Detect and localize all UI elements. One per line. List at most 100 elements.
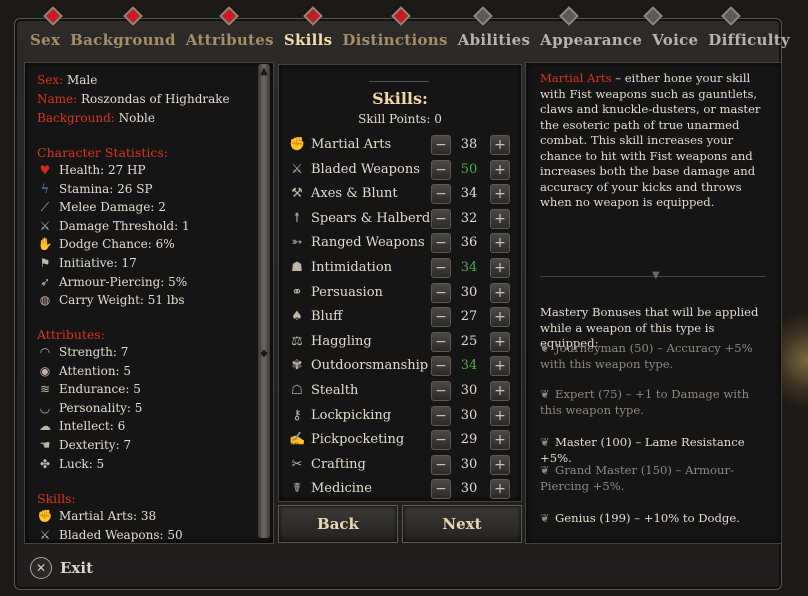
decrease-skill-button[interactable]: − [431, 356, 451, 377]
decrease-skill-button[interactable]: − [431, 405, 451, 426]
name-line: Name: Roszondas of Highdrake [37, 92, 230, 106]
skill-row: ♠ Bluff −27 + [279, 305, 521, 329]
skill-value: 50 [460, 161, 478, 177]
increase-skill-button[interactable]: + [490, 479, 510, 500]
increase-skill-button[interactable]: + [490, 381, 510, 401]
tab-abilities[interactable]: Abilities [458, 31, 531, 49]
decrease-skill-button[interactable]: − [431, 454, 451, 475]
tab-voice[interactable]: Voice [652, 31, 698, 49]
skill-row: ✍ Pickpocketing −29 + [279, 428, 521, 452]
skill-description-text: – either hone your skill with Fist weapo… [540, 71, 761, 209]
tab-difficulty[interactable]: Difficulty [708, 31, 790, 49]
tab-background[interactable]: Background [70, 31, 176, 49]
tab-skills[interactable]: Skills [284, 31, 333, 49]
decrease-skill-button[interactable]: − [431, 381, 451, 401]
skill-value: 27 [460, 309, 478, 325]
divider-ornament-icon: ▼ [652, 270, 660, 281]
slash-icon: ⚔ [39, 218, 51, 233]
decrease-skill-button[interactable]: − [431, 430, 451, 451]
stat-row: ◉ Attention: 5 [37, 364, 131, 378]
laurel-icon: ❦ [540, 511, 550, 525]
scroll-handle-icon[interactable]: ◆ [258, 348, 270, 359]
laurel-icon: ❦ [540, 387, 550, 401]
decrease-skill-button[interactable]: − [431, 307, 451, 328]
increase-skill-button[interactable]: + [490, 405, 510, 426]
skills-title: Skills: [372, 89, 428, 108]
mastery-item: ❦ Genius (199) – +10% to Dodge. [540, 511, 766, 527]
eye-icon: ◉ [39, 363, 51, 378]
stat-text: Martial Arts: 38 [59, 509, 157, 523]
increase-skill-button[interactable]: + [490, 184, 510, 205]
skill-value: 36 [460, 235, 478, 251]
decrease-skill-button[interactable]: − [431, 331, 451, 352]
next-button[interactable]: Next [402, 505, 522, 543]
exit-button[interactable]: ✕ Exit [30, 556, 93, 580]
scroll-up-icon[interactable]: ▲ [258, 66, 270, 77]
stat-row: ✊ Martial Arts: 38 [37, 509, 157, 523]
hand-icon: ☚ [39, 438, 51, 452]
decrease-skill-button[interactable]: − [431, 208, 451, 229]
decrease-skill-button[interactable]: − [431, 258, 451, 278]
stat-text: Armour-Piercing: 5% [59, 274, 188, 289]
skill-row: ⚒ Axes & Blunt −34 + [279, 182, 521, 206]
increase-skill-button[interactable]: + [490, 258, 510, 278]
stat-text: Attention: 5 [59, 363, 132, 378]
increase-skill-button[interactable]: + [490, 430, 510, 451]
increase-skill-button[interactable]: + [490, 307, 510, 328]
mastery-item: ❦ Grand Master (150) – Armour-Piercing +5… [540, 463, 766, 494]
handshake-icon: ⚭ [291, 284, 303, 300]
stat-row: ⚑ Initiative: 17 [37, 256, 137, 270]
sword-icon: ⟋ [40, 200, 50, 215]
exit-label[interactable]: Exit [60, 559, 93, 577]
skill-row: ⚔ Bladed Weapons −50 + [279, 158, 521, 182]
skill-row: ↟ Spears & Halberds −32 + [279, 207, 521, 231]
decrease-skill-button[interactable]: − [431, 159, 451, 180]
decrease-skill-button[interactable]: − [431, 184, 451, 205]
tab-sex[interactable]: Sex [30, 31, 60, 49]
increase-skill-button[interactable]: + [490, 331, 510, 352]
skill-value: 25 [460, 333, 478, 349]
stat-row: ≋ Endurance: 5 [37, 382, 141, 396]
increase-skill-button[interactable]: + [490, 282, 510, 303]
skill-row: ☤ Medicine −30 + [279, 477, 521, 501]
close-icon[interactable]: ✕ [30, 557, 52, 579]
tab-appearance[interactable]: Appearance [540, 31, 642, 49]
skill-name: Stealth [311, 383, 359, 398]
stat-text: Endurance: 5 [59, 382, 141, 397]
increase-skill-button[interactable]: + [490, 208, 510, 229]
flag-icon: ⚑ [39, 256, 51, 270]
mastery-text: Expert (75) – +1 to Damage with this wea… [540, 387, 750, 417]
tab-attributes[interactable]: Attributes [186, 31, 274, 49]
skill-name: Persuasion [311, 284, 383, 300]
tools-icon: ✂ [291, 456, 303, 472]
back-button[interactable]: Back [278, 505, 398, 543]
increase-skill-button[interactable]: + [490, 135, 510, 155]
laurel-icon: ❦ [540, 435, 550, 449]
clover-icon: ✤ [39, 456, 51, 471]
skill-points: Skill Points: 0 [358, 112, 442, 126]
bow-icon: ➳ [291, 235, 303, 251]
name-label: Name: [37, 92, 78, 106]
decrease-skill-button[interactable]: − [431, 135, 451, 155]
skill-row: ⚖ Haggling −25 + [279, 330, 521, 354]
skill-row: ✊ Martial Arts −38 + [279, 133, 521, 157]
increase-skill-button[interactable]: + [490, 356, 510, 377]
skill-name: Crafting [311, 456, 366, 472]
blades-icon: ⚔ [39, 527, 51, 542]
left-scrollbar[interactable]: ▲ ◆ [258, 64, 270, 538]
decrease-skill-button[interactable]: − [431, 479, 451, 500]
skill-value: 30 [460, 407, 478, 423]
increase-skill-button[interactable]: + [490, 159, 510, 180]
decrease-skill-button[interactable]: − [431, 282, 451, 303]
fist-icon: ✊ [289, 137, 306, 152]
increase-skill-button[interactable]: + [490, 454, 510, 475]
decrease-skill-button[interactable]: − [431, 233, 451, 254]
stat-text: Strength: 7 [59, 345, 129, 359]
background-lantern [780, 300, 808, 420]
skills-summary-heading: Skills: [37, 491, 76, 506]
fist-icon: ✊ [37, 509, 53, 523]
skill-name: Pickpocketing [311, 432, 405, 448]
statistics-heading: Character Statistics: [37, 145, 168, 160]
tab-distinctions[interactable]: Distinctions [342, 31, 447, 49]
increase-skill-button[interactable]: + [490, 233, 510, 254]
